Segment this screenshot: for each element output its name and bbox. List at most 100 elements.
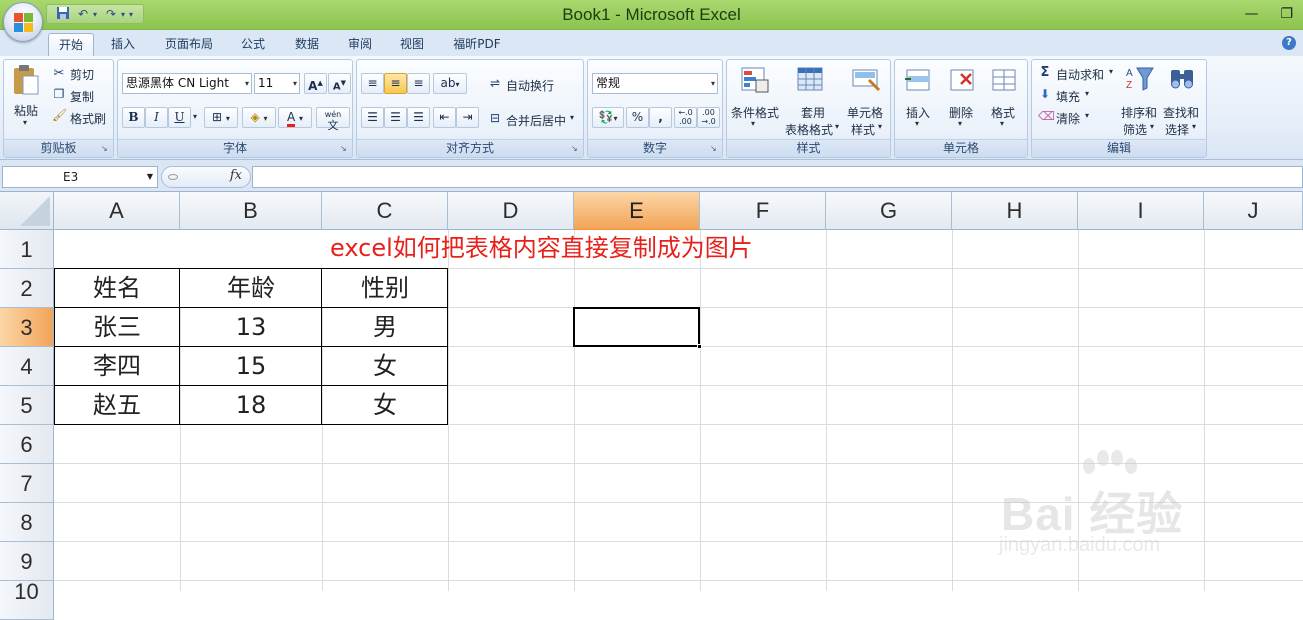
- restore-icon[interactable]: ❐: [1280, 6, 1293, 22]
- format-as-table-icon[interactable]: [795, 66, 827, 96]
- tab-insert[interactable]: 插入: [100, 33, 146, 56]
- row-header-7[interactable]: 7: [0, 464, 54, 503]
- clear-icon[interactable]: ⌫: [1038, 109, 1055, 123]
- find-select-dropdown-icon[interactable]: ▾: [1192, 122, 1196, 131]
- format-painter-icon[interactable]: 🖌: [52, 108, 67, 122]
- decrease-indent-icon[interactable]: ⇤: [433, 107, 456, 128]
- italic-button[interactable]: I: [145, 107, 168, 128]
- column-header-c[interactable]: C: [322, 192, 448, 230]
- merge-center-label[interactable]: 合并后居中: [506, 112, 566, 129]
- table-cell[interactable]: 18: [180, 386, 322, 424]
- paste-dropdown-icon[interactable]: ▾: [23, 118, 27, 127]
- column-header-b[interactable]: B: [180, 192, 322, 230]
- format-as-table-label-1[interactable]: 套用: [801, 104, 825, 121]
- font-size-dropdown-icon[interactable]: ▾: [293, 74, 297, 93]
- table-cell[interactable]: 女: [322, 386, 448, 424]
- align-left-icon[interactable]: ☰: [361, 107, 384, 128]
- insert-dropdown-icon[interactable]: ▾: [915, 119, 919, 128]
- tab-foxit-pdf[interactable]: 福昕PDF: [445, 33, 509, 56]
- underline-dropdown-icon[interactable]: ▾: [193, 112, 197, 121]
- column-header-e[interactable]: E: [574, 192, 700, 230]
- fill-icon[interactable]: ⬇: [1038, 87, 1052, 101]
- percent-button[interactable]: %: [626, 107, 649, 128]
- find-select-icon[interactable]: [1166, 64, 1198, 96]
- table-cell[interactable]: 李四: [54, 347, 180, 385]
- copy-label[interactable]: 复制: [70, 88, 94, 105]
- formula-input[interactable]: [252, 166, 1303, 188]
- fill-color-icon[interactable]: ◈ ▾: [242, 107, 276, 128]
- font-name-dropdown-icon[interactable]: ▾: [245, 74, 249, 93]
- fill-dropdown-icon[interactable]: ▾: [1085, 89, 1089, 98]
- cut-label[interactable]: 剪切: [70, 66, 94, 83]
- row-header-2[interactable]: 2: [0, 269, 54, 308]
- table-cell[interactable]: 13: [180, 308, 322, 346]
- align-top-icon[interactable]: ≡: [361, 73, 384, 94]
- row-header-8[interactable]: 8: [0, 503, 54, 542]
- tab-review[interactable]: 审阅: [337, 33, 383, 56]
- minimize-icon[interactable]: —: [1244, 6, 1258, 22]
- tab-home[interactable]: 开始: [48, 33, 94, 56]
- paste-icon[interactable]: [10, 64, 42, 98]
- grow-font-icon[interactable]: A▲: [304, 73, 327, 94]
- sheet-title-cell[interactable]: excel如何把表格内容直接复制成为图片: [54, 230, 1154, 268]
- column-header-i[interactable]: I: [1078, 192, 1204, 230]
- resize-handle-icon[interactable]: [168, 174, 178, 180]
- active-cell-e3[interactable]: [573, 307, 700, 347]
- table-cell[interactable]: 张三: [54, 308, 180, 346]
- fill-label[interactable]: 填充: [1056, 88, 1080, 105]
- conditional-formatting-icon[interactable]: [739, 66, 771, 96]
- merge-dropdown-icon[interactable]: ▾: [570, 113, 574, 122]
- merge-center-icon[interactable]: ⊟: [487, 111, 503, 125]
- select-all-button[interactable]: [0, 192, 54, 230]
- row-header-5[interactable]: 5: [0, 386, 54, 425]
- sort-filter-label-1[interactable]: 排序和: [1121, 104, 1157, 121]
- format-cells-icon[interactable]: [989, 66, 1019, 96]
- column-header-g[interactable]: G: [826, 192, 952, 230]
- orientation-icon[interactable]: ab▾: [433, 73, 467, 94]
- font-size-box[interactable]: 11 ▾: [254, 73, 300, 94]
- format-as-table-dropdown-icon[interactable]: ▾: [835, 122, 839, 131]
- format-dropdown-icon[interactable]: ▾: [1000, 119, 1004, 128]
- increase-decimal-icon[interactable]: ←.0.00: [674, 107, 697, 128]
- tab-view[interactable]: 视图: [389, 33, 435, 56]
- sort-filter-dropdown-icon[interactable]: ▾: [1150, 122, 1154, 131]
- phonetic-icon[interactable]: wén 文: [316, 107, 350, 131]
- find-select-label-2[interactable]: 选择: [1165, 121, 1189, 138]
- column-header-f[interactable]: F: [700, 192, 826, 230]
- cell-styles-icon[interactable]: [850, 66, 882, 96]
- fill-handle[interactable]: [697, 344, 702, 349]
- increase-indent-icon[interactable]: ⇥: [456, 107, 479, 128]
- alignment-launcher-icon[interactable]: ↘: [571, 144, 581, 154]
- table-cell[interactable]: 男: [322, 308, 448, 346]
- delete-dropdown-icon[interactable]: ▾: [958, 119, 962, 128]
- clipboard-launcher-icon[interactable]: ↘: [101, 144, 111, 154]
- table-cell[interactable]: 15: [180, 347, 322, 385]
- cell-styles-dropdown-icon[interactable]: ▾: [878, 122, 882, 131]
- copy-icon[interactable]: ❐: [52, 87, 66, 101]
- row-header-3[interactable]: 3: [0, 308, 54, 347]
- clear-dropdown-icon[interactable]: ▾: [1085, 111, 1089, 120]
- find-select-label-1[interactable]: 查找和: [1163, 104, 1199, 121]
- table-cell[interactable]: 赵五: [54, 386, 180, 424]
- row-header-10[interactable]: 10: [0, 581, 54, 620]
- autosum-icon[interactable]: Σ: [1038, 65, 1052, 80]
- row-header-1[interactable]: 1: [0, 230, 54, 269]
- shrink-font-icon[interactable]: A▼: [328, 73, 351, 94]
- tab-data[interactable]: 数据: [284, 33, 330, 56]
- table-cell[interactable]: 女: [322, 347, 448, 385]
- underline-button[interactable]: U: [168, 107, 191, 128]
- cell-styles-label-2[interactable]: 样式: [851, 121, 875, 138]
- cell-styles-label-1[interactable]: 单元格: [847, 104, 883, 121]
- name-box-dropdown-icon[interactable]: ▼: [147, 167, 153, 187]
- column-header-h[interactable]: H: [952, 192, 1078, 230]
- number-format-box[interactable]: 常规 ▾: [592, 73, 718, 94]
- column-header-j[interactable]: J: [1204, 192, 1303, 230]
- decrease-decimal-icon[interactable]: .00 →.0: [697, 107, 720, 128]
- align-middle-icon[interactable]: ≡: [384, 73, 407, 94]
- row-header-6[interactable]: 6: [0, 425, 54, 464]
- wrap-text-label[interactable]: 自动换行: [506, 77, 554, 94]
- clear-label[interactable]: 清除: [1056, 110, 1080, 127]
- font-name-box[interactable]: 思源黑体 CN Light ▾: [122, 73, 252, 94]
- column-header-d[interactable]: D: [448, 192, 574, 230]
- comma-button[interactable]: ,: [649, 107, 672, 128]
